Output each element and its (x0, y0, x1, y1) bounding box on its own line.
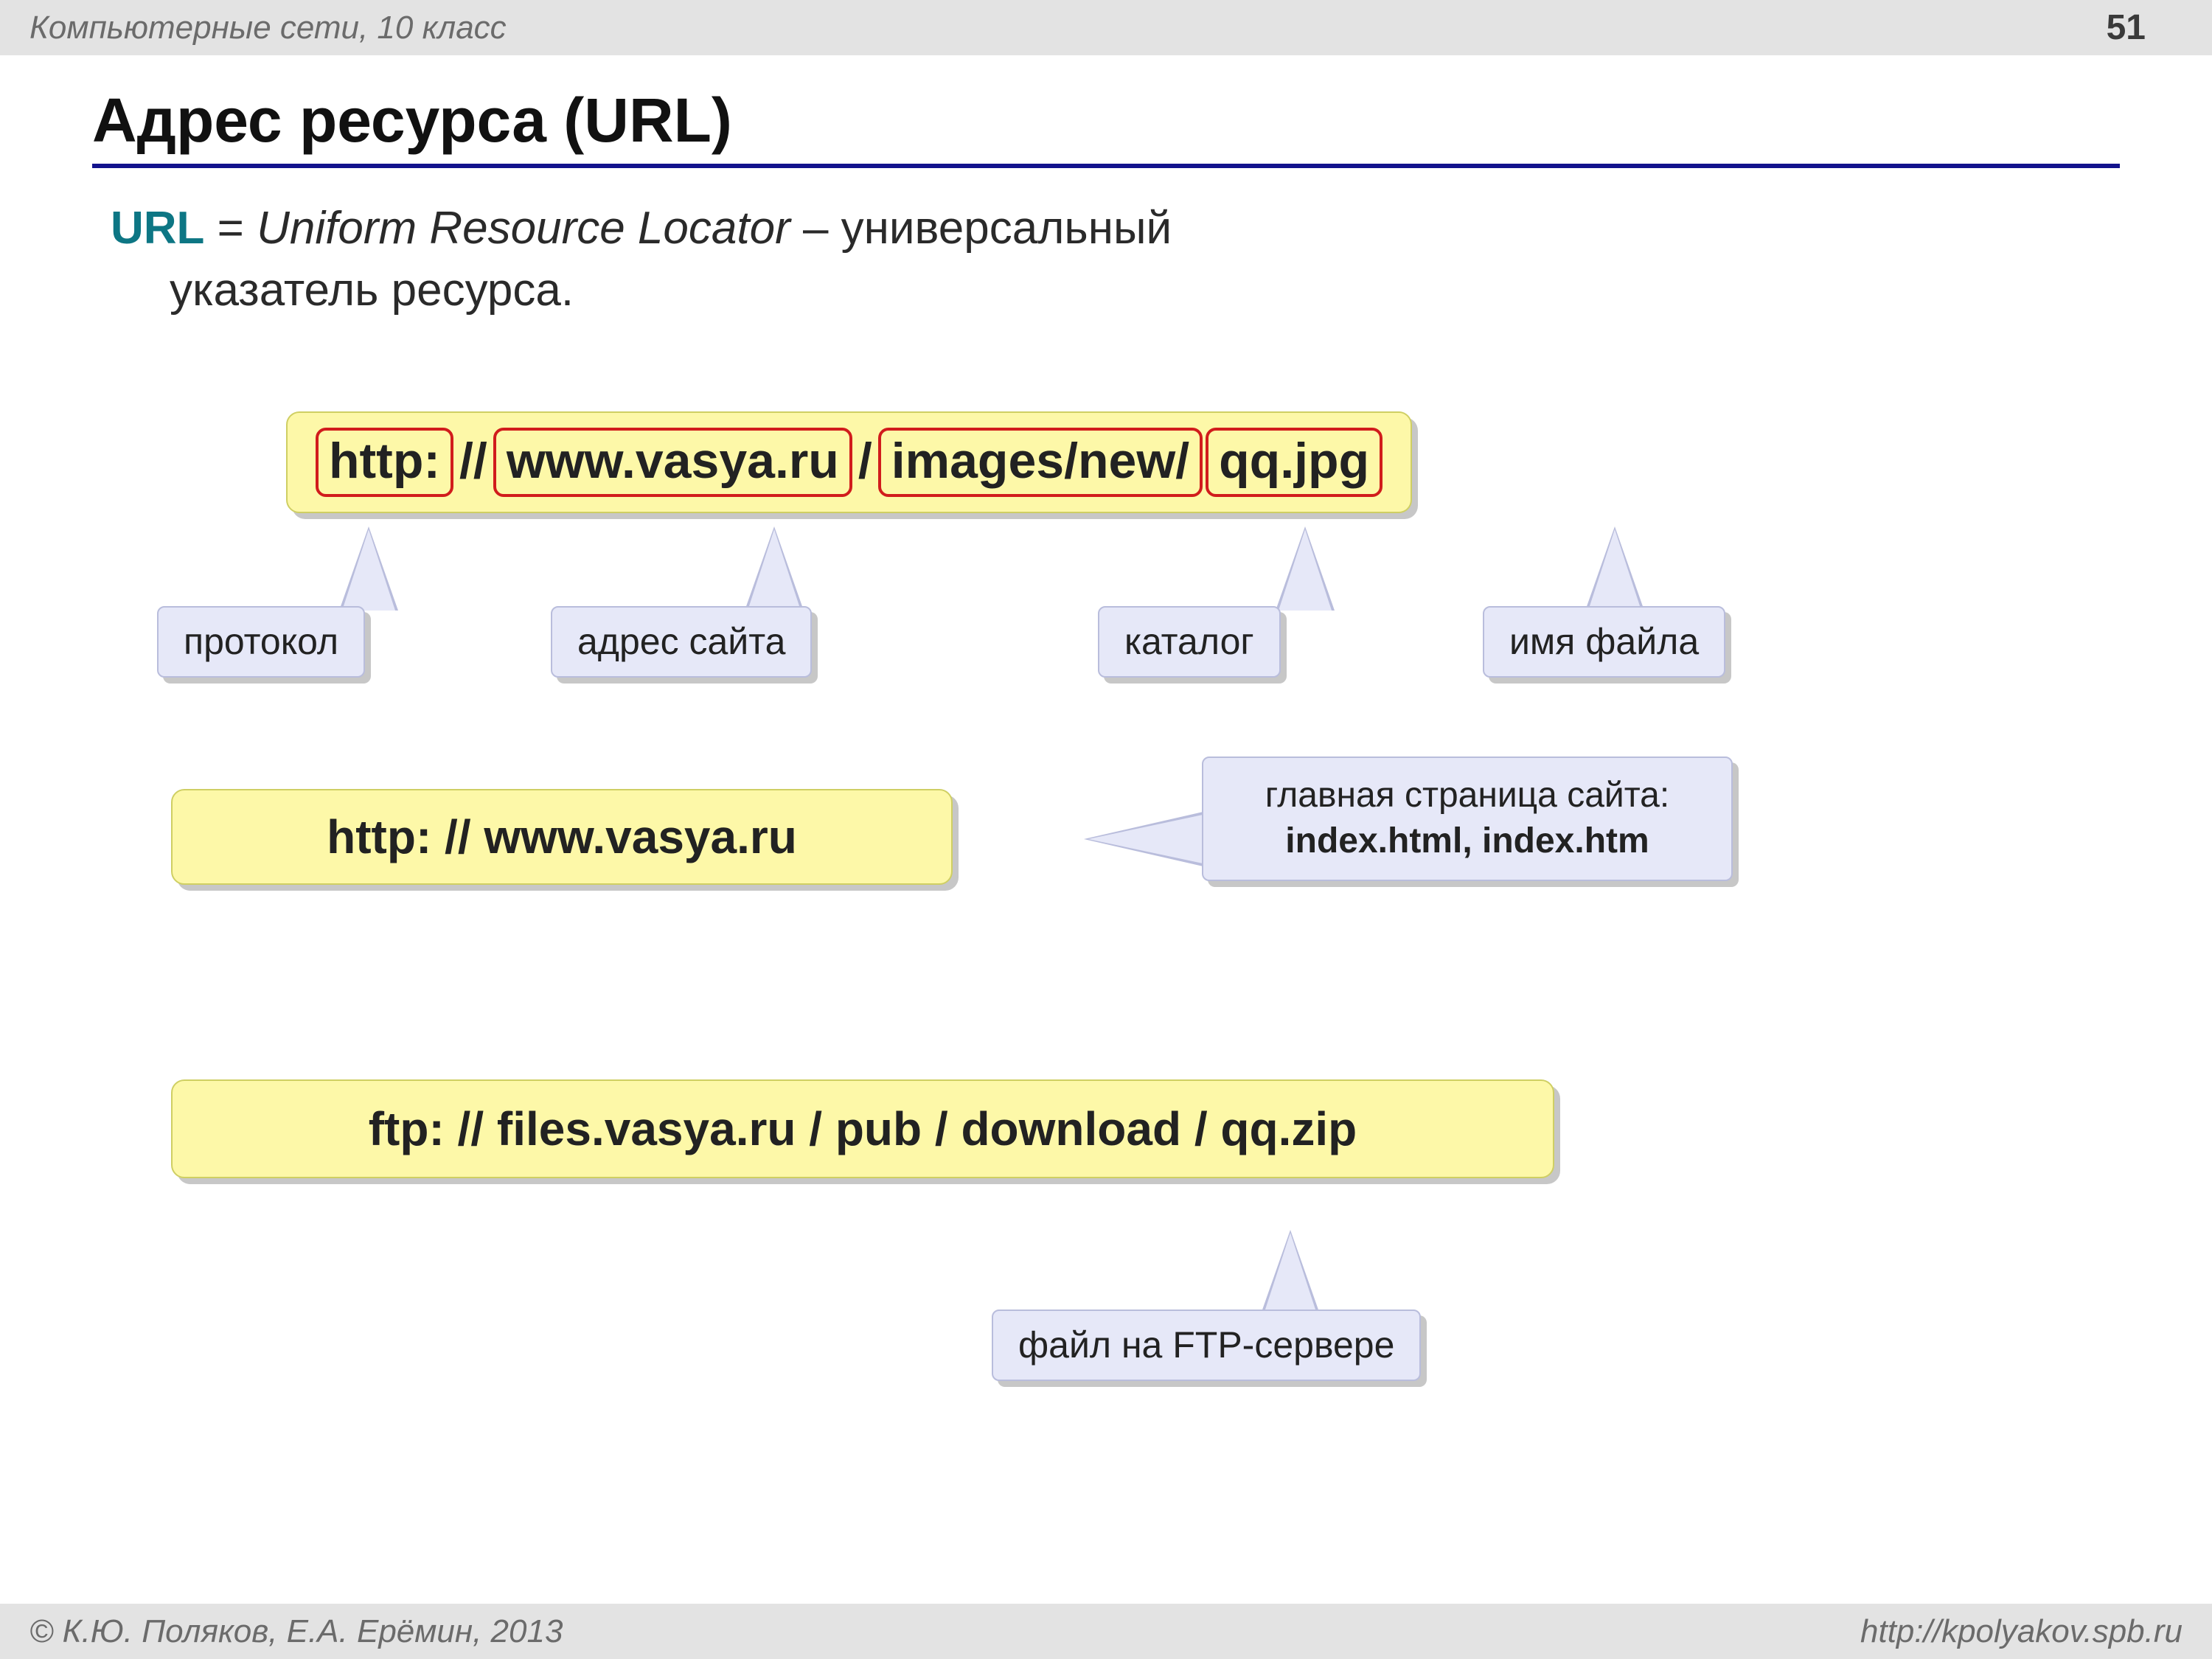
callout-tail-icon (1279, 529, 1332, 611)
url-breakdown-box: http://www.vasya.ru/images/new/qq.jpg (286, 411, 1412, 513)
callout-tail-icon (342, 529, 395, 611)
label-protocol: протокол (157, 606, 365, 678)
course-title: Компьютерные сети, 10 класс (29, 10, 507, 46)
definition-text: URL = Uniform Resource Locator – универс… (111, 198, 2101, 321)
header-bar: Компьютерные сети, 10 класс 51 (0, 0, 2212, 55)
callout-index-line2: index.html, index.htm (1285, 821, 1649, 860)
footer-copyright: © К.Ю. Поляков, Е.А. Ерёмин, 2013 (29, 1613, 563, 1650)
label-ftp-file: файл на FTP-сервере (992, 1310, 1421, 1381)
callout-tail-icon (748, 529, 801, 611)
url-sep-slashes: // (455, 432, 492, 490)
definition-rest2: указатель ресурса. (111, 260, 2101, 321)
slide-title: Адрес ресурса (URL) (92, 85, 2120, 168)
callout-index-line1: главная страница сайта: (1265, 776, 1669, 815)
callout-tail-icon (1088, 814, 1206, 864)
callout-tail-icon (1588, 529, 1641, 611)
footer-bar: © К.Ю. Поляков, Е.А. Ерёмин, 2013 http:/… (0, 1604, 2212, 1659)
short-url-box: http: // www.vasya.ru (171, 789, 953, 885)
url-segment-protocol: http: (316, 428, 453, 497)
footer-url: http://kpolyakov.spb.ru (1860, 1613, 2183, 1650)
definition-acronym: URL (111, 203, 204, 254)
callout-tail-icon (1264, 1233, 1317, 1314)
url-sep-slash: / (854, 432, 877, 490)
label-dir: каталог (1098, 606, 1281, 678)
url-segment-dir: images/new/ (878, 428, 1203, 497)
label-file: имя файла (1483, 606, 1725, 678)
definition-eq: = (204, 203, 257, 254)
url-segment-host: www.vasya.ru (493, 428, 852, 497)
url-segment-file: qq.jpg (1206, 428, 1382, 497)
ftp-url-box: ftp: // files.vasya.ru / pub / download … (171, 1079, 1554, 1178)
definition-rest1: – универсальный (790, 203, 1172, 254)
callout-index-page: главная страница сайта: index.html, inde… (1202, 757, 1733, 881)
definition-expansion: Uniform Resource Locator (257, 203, 790, 254)
page-number: 51 (2107, 7, 2183, 48)
label-host: адрес сайта (551, 606, 812, 678)
